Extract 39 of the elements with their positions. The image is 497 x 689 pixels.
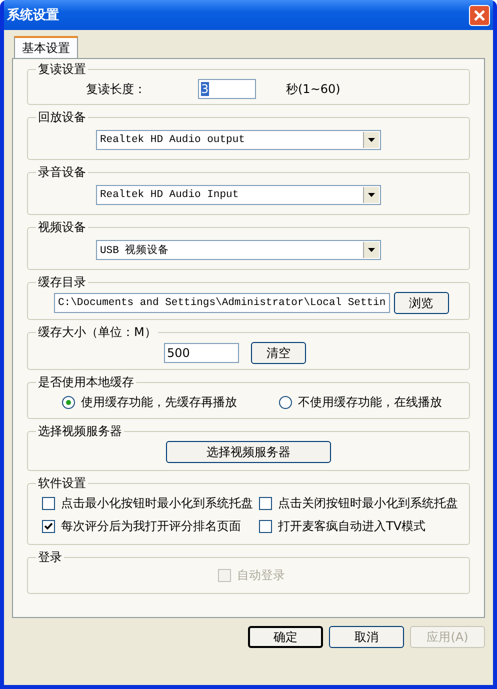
unit-label: 秒(1~60) (286, 80, 340, 98)
tab[interactable]: 基本设置 (14, 36, 78, 58)
dialog-button[interactable]: 取消 (329, 626, 404, 648)
radio-button[interactable] (279, 396, 292, 409)
input-field[interactable]: 3 (198, 79, 256, 99)
path-field[interactable]: C:\Documents and Settings\Administrator\Local Settin (54, 293, 390, 313)
field-label: 复读长度： (86, 80, 146, 98)
close-button[interactable] (469, 4, 490, 26)
checkbox-option[interactable]: 打开麦客疯自动进入TV模式 (253, 518, 461, 535)
group-title: 选择视频服务器 (37, 423, 123, 440)
browse-button[interactable]: 浏览 (394, 292, 449, 314)
dialog-button[interactable]: 确定 (248, 626, 323, 648)
checkbox[interactable] (42, 497, 55, 510)
dropdown[interactable]: USB 视频设备 (96, 240, 381, 260)
dropdown[interactable]: Realtek HD Audio Input (96, 185, 381, 205)
group-title: 视频设备 (37, 219, 87, 236)
checkbox[interactable] (42, 520, 55, 533)
checkbox-option[interactable]: 点击关闭按钮时最小化到系统托盘 (253, 495, 461, 512)
checkbox-option[interactable]: 每次评分后为我打开评分排名页面 (36, 518, 253, 535)
close-icon (473, 8, 486, 22)
group-title: 登录 (37, 549, 63, 566)
group-title: 复读设置 (37, 61, 87, 78)
radio-button[interactable] (62, 396, 75, 409)
checkbox[interactable] (259, 520, 272, 533)
radio-option[interactable]: 不使用缓存功能，在线播放 (273, 394, 442, 411)
group-title: 是否使用本地缓存 (37, 374, 135, 391)
group-title: 录音设备 (37, 164, 87, 181)
select-server-button[interactable]: 选择视频服务器 (166, 441, 331, 463)
group-title: 回放设备 (37, 109, 87, 126)
dropdown[interactable]: Realtek HD Audio output (96, 130, 381, 150)
window-title: 系统设置 (7, 6, 59, 24)
radio-option[interactable]: 使用缓存功能，先缓存再播放 (56, 394, 237, 411)
group-title: 缓存目录 (37, 274, 87, 291)
checkbox-option[interactable]: 点击最小化按钮时最小化到系统托盘 (36, 495, 253, 512)
clear-button[interactable]: 清空 (251, 342, 306, 364)
group-title: 软件设置 (37, 475, 87, 492)
size-field[interactable]: 500 (164, 343, 239, 363)
group-title: 缓存大小（单位：M） (37, 324, 158, 341)
checkbox[interactable] (259, 497, 272, 510)
